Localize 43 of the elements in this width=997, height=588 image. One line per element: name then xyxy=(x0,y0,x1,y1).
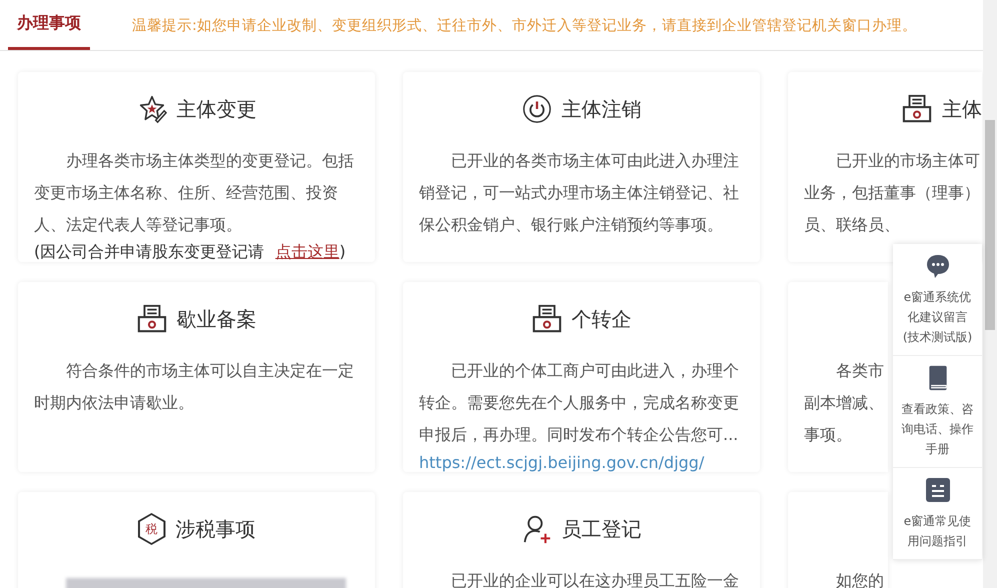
tax-badge: 税 xyxy=(138,513,166,545)
service-card[interactable]: 歇业备案 符合条件的市场主体可以自主决定在一定时期内依法申请歇业。 xyxy=(18,282,375,472)
chat-bubble-icon xyxy=(924,253,950,279)
card-description: 已开业的个体工商户可由此进入，办理个转企。需要您先在个人服务中，完成名称变更申报后，再办理。同时发布个转企公告您可... xyxy=(419,360,739,446)
cash-register-icon xyxy=(136,304,166,334)
service-card[interactable]: 主体注销 已开业的各类市场主体可由此进入办理注销登记，可一站式办理市场主体注销登记、社保公积金销户、银行账户注销预约等事项。 xyxy=(403,72,760,262)
card-title: 个转企 xyxy=(572,306,632,332)
card-description: 已开业的企业可以在这办理员工五险一金 xyxy=(450,570,739,588)
card-title: 涉税事项 xyxy=(176,516,256,542)
card-description: 符合条件的市场主体可以自主决定在一定时期内依法申请歇业。 xyxy=(34,360,354,414)
service-card[interactable]: 税 涉税事项 xyxy=(18,492,375,588)
section-tab[interactable]: 办理事项 xyxy=(8,0,90,50)
card-title: 歇业备案 xyxy=(176,306,256,332)
help-menu-item[interactable]: 查看政策、咨询电话、操作手册 xyxy=(893,356,982,468)
card-description: 已开业的各类市场主体可由此进入办理注销登记，可一站式办理市场主体注销登记、社保公积金销户、银行账户注销预约等事项。 xyxy=(419,150,739,236)
card-title: 主体注销 xyxy=(562,96,642,122)
help-menu-label: e窗通常见使用问题指引 xyxy=(902,513,972,550)
help-menu-item[interactable]: e窗通常见使用问题指引 xyxy=(893,468,982,560)
cash-register-icon xyxy=(902,94,932,124)
person-add-icon xyxy=(522,514,552,544)
power-icon xyxy=(522,94,552,124)
notice-text: 温馨提示:如您申请企业改制、变更组织形式、迁往市外、市外迁入等登记业务，请直接到企业管辖登记机关窗口办理。 xyxy=(132,16,917,34)
card-title: 主体 xyxy=(942,96,982,122)
scrollbar-thumb[interactable] xyxy=(985,120,995,330)
help-menu-label: e窗通系统优化建议留言(技术测试版) xyxy=(902,289,974,346)
card-title: 主体变更 xyxy=(176,96,256,122)
card-description: 办理各类市场主体类型的变更登记。包括变更市场主体名称、住所、经营范围、投资人、法定代表人等登记事项。 xyxy=(34,150,354,236)
card-note: (因公司合并申请股东变更登记请 点击这里) xyxy=(34,241,347,263)
card-title: 员工登记 xyxy=(562,516,642,542)
cash-register-icon xyxy=(532,304,562,334)
service-card[interactable]: 各类市副本增减、事项。 xyxy=(788,282,888,472)
document-icon xyxy=(924,477,950,503)
card-description: 各类市副本增减、事项。 xyxy=(804,360,884,446)
card-description: 已开业的市场主体可业务，包括董事（理事）员、联络员、 xyxy=(804,150,980,236)
help-menu-label: 查看政策、咨询电话、操作手册 xyxy=(900,401,974,458)
service-card[interactable]: 个转企 已开业的个体工商户可由此进入，办理个转企。需要您先在个人服务中，完成名称变更申报后，再办理。同时发布个转企公告您可... https://ect.scjgj.beijing.gov.cn/djgg/ xyxy=(403,282,760,472)
scrollbar[interactable] xyxy=(983,0,997,588)
service-card[interactable]: 主体 已开业的市场主体可业务，包括董事（理事）员、联络员、 xyxy=(788,72,982,262)
click-here-link[interactable]: 点击这里 xyxy=(275,242,340,261)
service-card[interactable]: 员工登记 已开业的企业可以在这办理员工五险一金 xyxy=(403,492,760,588)
service-card[interactable]: 主体变更 办理各类市场主体类型的变更登记。包括变更市场主体名称、住所、经营范围、投资人、法定代表人等登记事项。 (因公司合并申请股东变更登记请 点击这里) xyxy=(18,72,375,262)
help-menu-item[interactable]: e窗通系统优化建议留言(技术测试版) xyxy=(893,244,982,356)
announcement-link[interactable]: https://ect.scjgj.beijing.gov.cn/djgg/ xyxy=(419,451,704,475)
